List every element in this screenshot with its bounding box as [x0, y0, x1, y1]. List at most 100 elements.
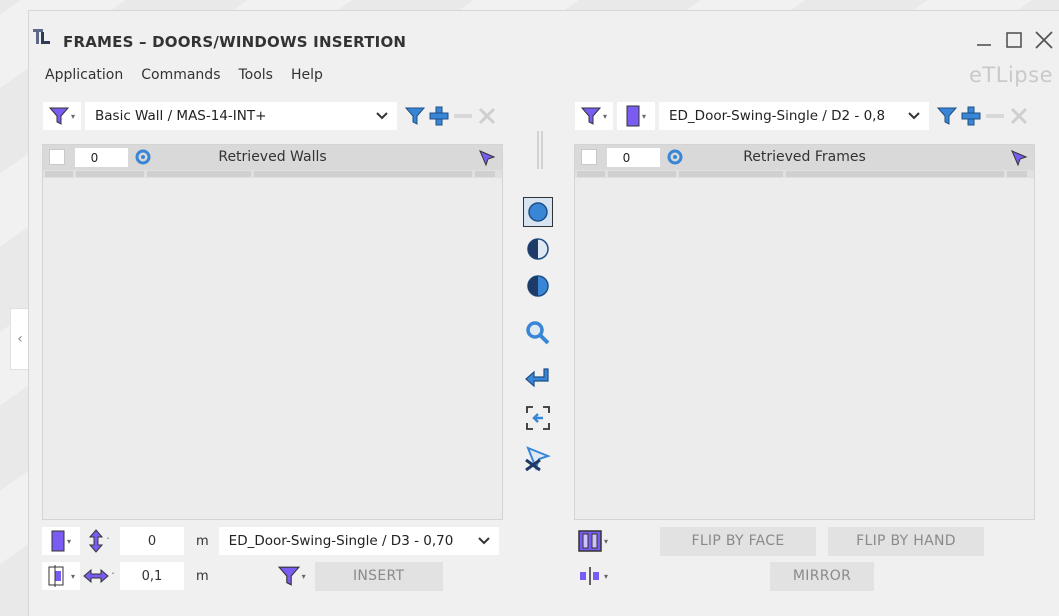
alignment-button[interactable]: ▾	[42, 562, 80, 590]
double-frame-button[interactable]: ▾	[574, 527, 612, 555]
insert-type-dropdown-button[interactable]	[469, 527, 499, 555]
frames-panel-header: 0 Retrieved Frames	[575, 145, 1034, 170]
left-filter-mode-button[interactable]: ▾	[43, 102, 81, 130]
caret-down-icon: ▾	[70, 571, 75, 581]
remove-icon[interactable]	[985, 106, 1005, 126]
right-frame-type-select[interactable]: ED_Door-Swing-Single / D2 - 0,8	[659, 102, 929, 130]
chevron-down-icon	[376, 112, 388, 120]
column-header[interactable]	[577, 171, 605, 177]
frames-column-headers	[575, 170, 1034, 178]
filter-icon	[48, 107, 69, 125]
right-category-button[interactable]: ▾	[617, 102, 655, 130]
app-logo-icon	[33, 29, 50, 44]
menu-commands[interactable]: Commands	[141, 67, 220, 83]
mirror-button[interactable]: MIRROR	[770, 561, 874, 591]
remove-icon[interactable]	[453, 106, 473, 126]
minimize-button[interactable]	[973, 29, 995, 51]
flip-by-face-button[interactable]: FLIP BY FACE	[660, 526, 816, 556]
close-button[interactable]	[1033, 29, 1055, 51]
insert-type-value: ED_Door-Swing-Single / D3 - 0,70	[228, 533, 454, 549]
caret-down-icon: ▾	[602, 111, 607, 121]
horizontal-spacing-button[interactable]: ˆ	[82, 562, 116, 590]
left-wall-type-value: Basic Wall / MAS-14-INT+	[95, 108, 267, 124]
filter-apply-icon[interactable]	[937, 106, 957, 126]
insert-options-row-2: ▾ ˆ 0,1 m ▾ INSERT	[42, 561, 443, 591]
horizontal-arrows-icon	[83, 569, 109, 583]
double-door-icon	[578, 530, 602, 552]
caret-up-icon: ˆ	[111, 571, 115, 581]
menu-bar: Application Commands Tools Help	[45, 67, 323, 83]
mirror-axis-button[interactable]: ▾	[574, 562, 612, 590]
column-header[interactable]	[254, 171, 472, 177]
column-header[interactable]	[76, 171, 144, 177]
filter-apply-icon[interactable]	[405, 106, 425, 126]
pick-off-button[interactable]	[523, 443, 553, 473]
vertical-offset-unit: m	[196, 533, 209, 549]
column-header[interactable]	[1007, 171, 1027, 177]
flip-by-hand-button[interactable]: FLIP BY HAND	[828, 526, 984, 556]
vertical-arrows-icon	[88, 529, 104, 553]
enter-arrow-icon	[525, 368, 549, 388]
zoom-button[interactable]	[523, 318, 553, 348]
clear-icon[interactable]	[1009, 106, 1029, 126]
column-header[interactable]	[475, 171, 495, 177]
pick-cursor-icon[interactable]	[478, 149, 496, 167]
walls-panel-header: 0 Retrieved Walls	[43, 145, 502, 170]
half-circle-left-icon	[527, 238, 549, 260]
horizontal-spacing-unit: m	[196, 568, 209, 584]
select-all-mode-button[interactable]	[523, 197, 553, 227]
insert-type-select[interactable]: ED_Door-Swing-Single / D3 - 0,70	[218, 527, 499, 555]
column-header[interactable]	[608, 171, 676, 177]
select-right-half-button[interactable]	[523, 271, 553, 301]
menu-help[interactable]: Help	[291, 67, 323, 83]
right-frame-type-value: ED_Door-Swing-Single / D2 - 0,8	[669, 108, 886, 124]
caret-down-icon: ▾	[70, 111, 75, 121]
maximize-icon	[1006, 32, 1022, 48]
clear-icon[interactable]	[477, 106, 497, 126]
magnifier-icon	[526, 321, 550, 345]
mirror-axis-icon	[579, 567, 599, 585]
caret-down-icon: ▾	[301, 571, 306, 581]
column-header[interactable]	[45, 171, 73, 177]
column-header[interactable]	[679, 171, 783, 177]
caret-down-icon: ▾	[603, 571, 608, 581]
horizontal-spacing-input[interactable]: 0,1	[120, 562, 184, 590]
brand-logo: eTLipse	[969, 63, 1053, 87]
column-header[interactable]	[786, 171, 1004, 177]
maximize-button[interactable]	[1003, 29, 1025, 51]
caret-down-icon: ▾	[603, 536, 608, 546]
align-icon	[48, 565, 64, 587]
chevron-down-icon	[908, 112, 920, 120]
menu-tools[interactable]: Tools	[238, 67, 273, 83]
menu-application[interactable]: Application	[45, 67, 123, 83]
left-filter-row: ▾ Basic Wall / MAS-14-INT+	[43, 101, 497, 131]
right-filter-mode-button[interactable]: ▾	[575, 102, 613, 130]
right-filter-row: ▾ ▾ ED_Door-Swing-Single / D2 - 0,8	[575, 101, 1029, 131]
collapse-panel-tab[interactable]: ‹	[10, 308, 30, 370]
column-header[interactable]	[147, 171, 251, 177]
element-category-button[interactable]: ▾	[42, 527, 80, 555]
frames-panel-title: Retrieved Frames	[743, 149, 866, 165]
close-icon	[1035, 31, 1053, 49]
flip-options-row: ▾ FLIP BY FACE FLIP BY HAND	[574, 526, 984, 556]
left-wall-type-dropdown-button[interactable]	[367, 102, 397, 130]
insert-options-row-1: ▾ ˆ 0 m ED_Door-Swing-Single / D3 - 0,70	[42, 527, 499, 555]
insert-button[interactable]: INSERT	[314, 561, 443, 591]
chevron-left-icon: ‹	[17, 331, 23, 347]
left-wall-type-select[interactable]: Basic Wall / MAS-14-INT+	[85, 102, 397, 130]
insert-filter-button[interactable]: ▾	[273, 562, 311, 590]
filter-icon	[277, 566, 300, 586]
fit-bracket-icon	[526, 406, 550, 430]
apply-button[interactable]	[523, 364, 553, 394]
select-left-half-button[interactable]	[523, 234, 553, 264]
center-separator	[537, 131, 543, 169]
mirror-options-row: ▾ MIRROR	[574, 561, 874, 591]
add-icon[interactable]	[961, 106, 981, 126]
vertical-offset-input[interactable]: 0	[120, 527, 184, 555]
add-icon[interactable]	[429, 106, 449, 126]
pick-cursor-icon[interactable]	[1010, 149, 1028, 167]
fit-view-button[interactable]	[523, 403, 553, 433]
right-frame-type-dropdown-button[interactable]	[899, 102, 929, 130]
vertical-offset-button[interactable]: ˆ	[82, 527, 116, 555]
main-window: FRAMES – DOORS/WINDOWS INSERTION Applica…	[28, 10, 1059, 616]
